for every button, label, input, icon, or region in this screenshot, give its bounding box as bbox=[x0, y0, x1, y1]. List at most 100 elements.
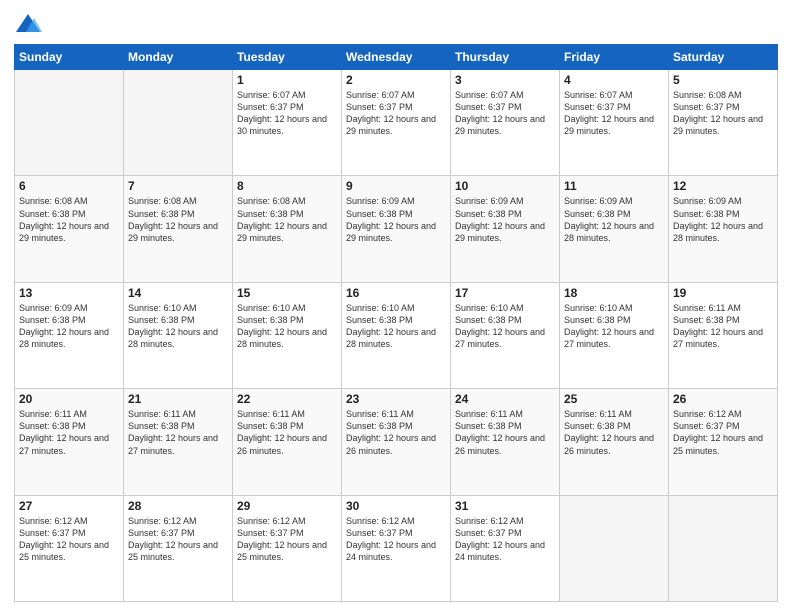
day-info: Sunrise: 6:08 AM Sunset: 6:37 PM Dayligh… bbox=[673, 89, 773, 138]
day-info: Sunrise: 6:11 AM Sunset: 6:38 PM Dayligh… bbox=[455, 408, 555, 457]
day-info: Sunrise: 6:07 AM Sunset: 6:37 PM Dayligh… bbox=[237, 89, 337, 138]
day-number: 9 bbox=[346, 179, 446, 193]
calendar-day-cell: 13 Sunrise: 6:09 AM Sunset: 6:38 PM Dayli… bbox=[15, 282, 124, 388]
calendar-week-row: 1 Sunrise: 6:07 AM Sunset: 6:37 PM Daylig… bbox=[15, 70, 778, 176]
day-info: Sunrise: 6:11 AM Sunset: 6:38 PM Dayligh… bbox=[237, 408, 337, 457]
calendar-day-cell: 1 Sunrise: 6:07 AM Sunset: 6:37 PM Daylig… bbox=[233, 70, 342, 176]
calendar-day-cell: 6 Sunrise: 6:08 AM Sunset: 6:38 PM Daylig… bbox=[15, 176, 124, 282]
calendar-day-cell: 21Sunrise: 6:11 AM Sunset: 6:38 PM Dayli… bbox=[124, 389, 233, 495]
weekday-header-row: SundayMondayTuesdayWednesdayThursdayFrid… bbox=[15, 45, 778, 70]
weekday-header: Wednesday bbox=[342, 45, 451, 70]
logo bbox=[14, 10, 46, 38]
day-number: 31 bbox=[455, 499, 555, 513]
day-info: Sunrise: 6:08 AM Sunset: 6:38 PM Dayligh… bbox=[128, 195, 228, 244]
logo-icon bbox=[14, 10, 42, 38]
day-number: 14 bbox=[128, 286, 228, 300]
day-info: Sunrise: 6:12 AM Sunset: 6:37 PM Dayligh… bbox=[673, 408, 773, 457]
calendar-day-cell: 2Sunrise: 6:07 AM Sunset: 6:37 PM Daylig… bbox=[342, 70, 451, 176]
day-number: 7 bbox=[128, 179, 228, 193]
day-info: Sunrise: 6:10 AM Sunset: 6:38 PM Dayligh… bbox=[564, 302, 664, 351]
calendar-day-cell: 29 Sunrise: 6:12 AM Sunset: 6:37 PM Dayli… bbox=[233, 495, 342, 601]
day-info: Sunrise: 6:10 AM Sunset: 6:38 PM Dayligh… bbox=[128, 302, 228, 351]
calendar-day-cell: 8 Sunrise: 6:08 AM Sunset: 6:38 PM Daylig… bbox=[233, 176, 342, 282]
day-info: Sunrise: 6:12 AM Sunset: 6:37 PM Dayligh… bbox=[237, 515, 337, 564]
calendar-day-cell: 27 Sunrise: 6:12 AM Sunset: 6:37 PM Dayli… bbox=[15, 495, 124, 601]
calendar-day-cell bbox=[560, 495, 669, 601]
day-number: 25 bbox=[564, 392, 664, 406]
weekday-header: Tuesday bbox=[233, 45, 342, 70]
day-number: 11 bbox=[564, 179, 664, 193]
calendar-day-cell: 3Sunrise: 6:07 AM Sunset: 6:37 PM Daylig… bbox=[451, 70, 560, 176]
day-info: Sunrise: 6:08 AM Sunset: 6:38 PM Dayligh… bbox=[237, 195, 337, 244]
day-number: 30 bbox=[346, 499, 446, 513]
day-number: 22 bbox=[237, 392, 337, 406]
day-number: 28 bbox=[128, 499, 228, 513]
day-number: 4 bbox=[564, 73, 664, 87]
day-number: 13 bbox=[19, 286, 119, 300]
page: SundayMondayTuesdayWednesdayThursdayFrid… bbox=[0, 0, 792, 612]
calendar-day-cell: 26 Sunrise: 6:12 AM Sunset: 6:37 PM Dayli… bbox=[669, 389, 778, 495]
day-info: Sunrise: 6:09 AM Sunset: 6:38 PM Dayligh… bbox=[19, 302, 119, 351]
calendar-day-cell: 31 Sunrise: 6:12 AM Sunset: 6:37 PM Dayli… bbox=[451, 495, 560, 601]
calendar-day-cell: 19Sunrise: 6:11 AM Sunset: 6:38 PM Dayli… bbox=[669, 282, 778, 388]
calendar-week-row: 27 Sunrise: 6:12 AM Sunset: 6:37 PM Dayli… bbox=[15, 495, 778, 601]
header bbox=[14, 10, 778, 38]
day-info: Sunrise: 6:07 AM Sunset: 6:37 PM Dayligh… bbox=[564, 89, 664, 138]
day-info: Sunrise: 6:12 AM Sunset: 6:37 PM Dayligh… bbox=[346, 515, 446, 564]
day-info: Sunrise: 6:07 AM Sunset: 6:37 PM Dayligh… bbox=[346, 89, 446, 138]
calendar-week-row: 20Sunrise: 6:11 AM Sunset: 6:38 PM Dayli… bbox=[15, 389, 778, 495]
calendar-day-cell: 25 Sunrise: 6:11 AM Sunset: 6:38 PM Dayli… bbox=[560, 389, 669, 495]
calendar-day-cell: 12 Sunrise: 6:09 AM Sunset: 6:38 PM Dayli… bbox=[669, 176, 778, 282]
calendar-day-cell bbox=[15, 70, 124, 176]
day-number: 29 bbox=[237, 499, 337, 513]
calendar-day-cell: 16 Sunrise: 6:10 AM Sunset: 6:38 PM Dayli… bbox=[342, 282, 451, 388]
calendar-day-cell: 15 Sunrise: 6:10 AM Sunset: 6:38 PM Dayli… bbox=[233, 282, 342, 388]
calendar-day-cell: 9Sunrise: 6:09 AM Sunset: 6:38 PM Daylig… bbox=[342, 176, 451, 282]
day-number: 3 bbox=[455, 73, 555, 87]
day-info: Sunrise: 6:09 AM Sunset: 6:38 PM Dayligh… bbox=[455, 195, 555, 244]
day-info: Sunrise: 6:12 AM Sunset: 6:37 PM Dayligh… bbox=[455, 515, 555, 564]
day-number: 10 bbox=[455, 179, 555, 193]
day-info: Sunrise: 6:11 AM Sunset: 6:38 PM Dayligh… bbox=[19, 408, 119, 457]
calendar-day-cell bbox=[669, 495, 778, 601]
day-info: Sunrise: 6:10 AM Sunset: 6:38 PM Dayligh… bbox=[237, 302, 337, 351]
day-info: Sunrise: 6:10 AM Sunset: 6:38 PM Dayligh… bbox=[346, 302, 446, 351]
day-number: 18 bbox=[564, 286, 664, 300]
day-number: 15 bbox=[237, 286, 337, 300]
calendar-day-cell: 10 Sunrise: 6:09 AM Sunset: 6:38 PM Dayli… bbox=[451, 176, 560, 282]
day-info: Sunrise: 6:08 AM Sunset: 6:38 PM Dayligh… bbox=[19, 195, 119, 244]
calendar-day-cell: 11 Sunrise: 6:09 AM Sunset: 6:38 PM Dayli… bbox=[560, 176, 669, 282]
weekday-header: Monday bbox=[124, 45, 233, 70]
day-number: 26 bbox=[673, 392, 773, 406]
day-number: 12 bbox=[673, 179, 773, 193]
calendar-day-cell: 5 Sunrise: 6:08 AM Sunset: 6:37 PM Daylig… bbox=[669, 70, 778, 176]
calendar-day-cell: 28 Sunrise: 6:12 AM Sunset: 6:37 PM Dayli… bbox=[124, 495, 233, 601]
calendar-day-cell: 20Sunrise: 6:11 AM Sunset: 6:38 PM Dayli… bbox=[15, 389, 124, 495]
day-info: Sunrise: 6:12 AM Sunset: 6:37 PM Dayligh… bbox=[19, 515, 119, 564]
day-number: 16 bbox=[346, 286, 446, 300]
calendar-day-cell: 18 Sunrise: 6:10 AM Sunset: 6:38 PM Dayli… bbox=[560, 282, 669, 388]
day-number: 27 bbox=[19, 499, 119, 513]
calendar-day-cell bbox=[124, 70, 233, 176]
day-info: Sunrise: 6:09 AM Sunset: 6:38 PM Dayligh… bbox=[673, 195, 773, 244]
day-number: 17 bbox=[455, 286, 555, 300]
calendar-day-cell: 30 Sunrise: 6:12 AM Sunset: 6:37 PM Dayli… bbox=[342, 495, 451, 601]
day-number: 1 bbox=[237, 73, 337, 87]
day-info: Sunrise: 6:09 AM Sunset: 6:38 PM Dayligh… bbox=[564, 195, 664, 244]
calendar-day-cell: 7 Sunrise: 6:08 AM Sunset: 6:38 PM Daylig… bbox=[124, 176, 233, 282]
day-info: Sunrise: 6:11 AM Sunset: 6:38 PM Dayligh… bbox=[673, 302, 773, 351]
day-number: 6 bbox=[19, 179, 119, 193]
day-info: Sunrise: 6:11 AM Sunset: 6:38 PM Dayligh… bbox=[128, 408, 228, 457]
calendar-day-cell: 14 Sunrise: 6:10 AM Sunset: 6:38 PM Dayli… bbox=[124, 282, 233, 388]
day-number: 5 bbox=[673, 73, 773, 87]
day-info: Sunrise: 6:12 AM Sunset: 6:37 PM Dayligh… bbox=[128, 515, 228, 564]
day-info: Sunrise: 6:10 AM Sunset: 6:38 PM Dayligh… bbox=[455, 302, 555, 351]
calendar-week-row: 13 Sunrise: 6:09 AM Sunset: 6:38 PM Dayli… bbox=[15, 282, 778, 388]
weekday-header: Sunday bbox=[15, 45, 124, 70]
calendar-table: SundayMondayTuesdayWednesdayThursdayFrid… bbox=[14, 44, 778, 602]
day-info: Sunrise: 6:11 AM Sunset: 6:38 PM Dayligh… bbox=[564, 408, 664, 457]
day-number: 24 bbox=[455, 392, 555, 406]
day-number: 8 bbox=[237, 179, 337, 193]
day-number: 23 bbox=[346, 392, 446, 406]
calendar-day-cell: 4 Sunrise: 6:07 AM Sunset: 6:37 PM Daylig… bbox=[560, 70, 669, 176]
